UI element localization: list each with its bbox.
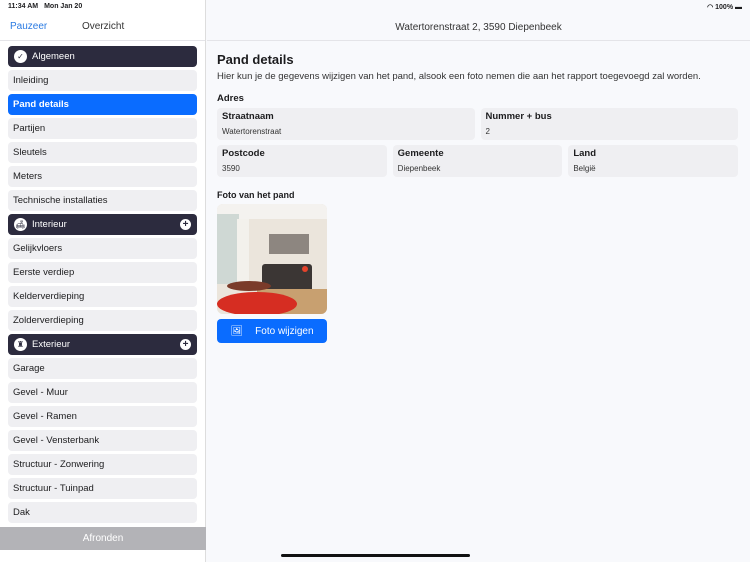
sidebar-item[interactable]: Structuur - Zonwering <box>8 454 197 475</box>
number-field[interactable]: Nummer + bus 2 <box>480 108 738 140</box>
exterieur-icon: ♜ <box>14 338 27 351</box>
sidebar-item[interactable]: Gelijkvloers <box>8 238 197 259</box>
wifi-icon: ◠ <box>707 4 716 11</box>
field-label: Gemeente <box>397 148 444 159</box>
interieur-icon: 🛋 <box>14 218 27 231</box>
page-title: Pand details <box>217 52 294 67</box>
group-label: Exterieur <box>32 339 71 350</box>
home-indicator <box>281 554 470 557</box>
battery-icon: ▬ <box>735 4 742 11</box>
pause-button[interactable]: Pauzeer <box>10 21 47 32</box>
page-description: Hier kun je de gegevens wijzigen van het… <box>217 71 701 82</box>
sidebar-item[interactable]: Structuur - Tuinpad <box>8 478 197 499</box>
address-heading: Adres <box>217 93 244 104</box>
city-field[interactable]: Gemeente Diepenbeek <box>392 145 563 177</box>
field-value: België <box>573 164 596 173</box>
field-label: Postcode <box>222 148 265 159</box>
sidebar-item[interactable]: Eerste verdiep <box>8 262 197 283</box>
field-value: 3590 <box>222 164 240 173</box>
sidebar-item[interactable]: Garage <box>8 358 197 379</box>
country-field[interactable]: Land België <box>568 145 739 177</box>
field-label: Nummer + bus <box>485 111 552 122</box>
sidebar-item[interactable]: Zolderverdieping <box>8 310 197 331</box>
sidebar-item[interactable]: Gevel - Vensterbank <box>8 430 197 451</box>
postcode-field[interactable]: Postcode 3590 <box>217 145 387 177</box>
status-date: Mon Jan 20 <box>44 3 83 10</box>
sidebar-item[interactable]: Partijen <box>8 118 197 139</box>
field-value: Diepenbeek <box>397 164 441 173</box>
property-photo <box>217 204 327 314</box>
field-value: 2 <box>485 127 490 136</box>
group-label: Algemeen <box>32 51 75 62</box>
battery-level: 100% <box>715 4 734 11</box>
sidebar-item[interactable]: Gevel - Muur <box>8 382 197 403</box>
change-photo-label: Foto wijzigen <box>255 325 314 337</box>
street-field[interactable]: Straatnaam Watertorenstraat <box>217 108 475 140</box>
sidebar-title: Overzicht <box>82 21 125 32</box>
section-list: ✓ Algemeen Inleiding Pand details Partijen Sl… <box>8 46 197 523</box>
field-value: Watertorenstraat <box>222 127 282 136</box>
group-header-exterieur[interactable]: ♜ Exterieur + <box>8 334 197 355</box>
status-bar: 11:34 AM Mon Jan 20 ◠ 100% ▬ <box>0 0 750 14</box>
sidebar-item[interactable]: Meters <box>8 166 197 187</box>
page-header: Watertorenstraat 2, 3590 Diepenbeek <box>207 14 750 41</box>
status-time: 11:34 AM <box>8 3 39 10</box>
sidebar-header: Pauzeer Overzicht <box>0 14 205 41</box>
sidebar: Pauzeer Overzicht ✓ Algemeen Inleiding Pand… <box>0 0 206 562</box>
sidebar-item[interactable]: Kelderverdieping <box>8 286 197 307</box>
photo-heading: Foto van het pand <box>217 190 295 200</box>
field-label: Straatnaam <box>222 111 274 122</box>
group-header-algemeen[interactable]: ✓ Algemeen <box>8 46 197 67</box>
sidebar-item[interactable]: Gevel - Ramen <box>8 406 197 427</box>
algemeen-icon: ✓ <box>14 50 27 63</box>
add-icon[interactable]: + <box>180 339 191 350</box>
field-label: Land <box>573 148 597 159</box>
add-icon[interactable]: + <box>180 219 191 230</box>
sidebar-item[interactable]: Technische installaties <box>8 190 197 211</box>
group-header-interieur[interactable]: 🛋 Interieur + <box>8 214 197 235</box>
sidebar-item[interactable]: Sleutels <box>8 142 197 163</box>
sidebar-item[interactable]: Inleiding <box>8 70 197 91</box>
main-content: Pand details Hier kun je de gegevens wij… <box>217 52 739 343</box>
group-label: Interieur <box>32 219 67 230</box>
change-photo-button[interactable]: 🖼 Foto wijzigen <box>217 319 327 343</box>
photo-icon: 🖼 <box>230 325 244 337</box>
finish-button[interactable]: Afronden <box>0 527 206 550</box>
sidebar-item[interactable]: Dak <box>8 502 197 523</box>
sidebar-item[interactable]: Pand details <box>8 94 197 115</box>
